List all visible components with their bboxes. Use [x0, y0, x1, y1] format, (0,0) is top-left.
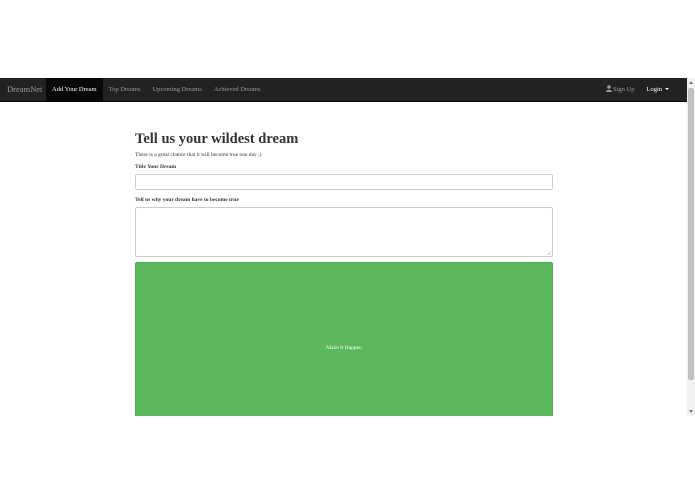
page-subtitle: There is a great chance that it will bec…	[135, 152, 262, 158]
reason-label: Tell us why your dream have to become tr…	[135, 197, 239, 203]
signup-link[interactable]: Sign Up	[600, 78, 641, 101]
scroll-up-icon[interactable]	[689, 81, 693, 84]
dream-title-input[interactable]	[135, 174, 553, 190]
login-dropdown[interactable]: Login	[640, 78, 675, 101]
nav-upcoming-dreams[interactable]: Upcoming Dreams	[146, 78, 207, 101]
nav-add-your-dream[interactable]: Add Your Dream	[46, 78, 103, 101]
page-title: Tell us your wildest dream	[135, 131, 299, 147]
vertical-scrollbar[interactable]	[687, 78, 695, 416]
nav-top-dreams[interactable]: Top Dreams	[103, 78, 147, 101]
resize-grip-icon[interactable]	[547, 251, 551, 255]
signup-label: Sign Up	[612, 86, 635, 93]
title-label: Title Your Dream	[135, 164, 177, 170]
brand-link[interactable]: DreamNet	[7, 78, 42, 101]
submit-label: Make It Happen	[326, 345, 362, 351]
scroll-down-icon[interactable]	[689, 410, 693, 413]
dream-reason-textarea[interactable]	[135, 207, 553, 257]
nav-right: Sign Up Login	[600, 78, 675, 101]
top-navbar: DreamNet Add Your Dream Top Dreams Upcom…	[0, 78, 687, 102]
caret-down-icon	[665, 88, 669, 90]
nav-links: Add Your Dream Top Dreams Upcoming Dream…	[46, 78, 267, 101]
make-it-happen-button[interactable]: Make It Happen	[135, 262, 553, 416]
nav-achieved-dreams[interactable]: Achieved Dreams	[208, 78, 267, 101]
login-label: Login	[646, 86, 662, 93]
scroll-thumb[interactable]	[688, 88, 694, 380]
browser-viewport: DreamNet Add Your Dream Top Dreams Upcom…	[0, 78, 695, 416]
dream-form: Tell us your wildest dream There is a gr…	[135, 130, 553, 257]
user-icon	[605, 85, 612, 92]
